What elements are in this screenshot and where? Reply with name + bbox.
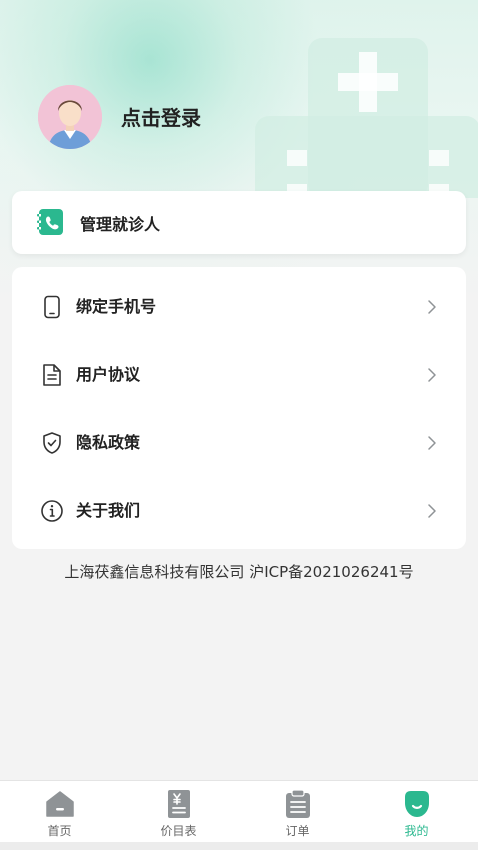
- tab-orders[interactable]: 订单: [238, 781, 357, 843]
- tab-label: 首页: [47, 824, 72, 838]
- patient-card-icon: [37, 209, 63, 235]
- menu-item-about-us[interactable]: 关于我们: [12, 475, 466, 543]
- phone-icon: [44, 295, 60, 319]
- tab-home[interactable]: 首页: [0, 781, 119, 843]
- menu-item-user-agreement[interactable]: 用户协议: [12, 339, 466, 407]
- menu-item-bind-phone[interactable]: 绑定手机号: [12, 271, 466, 339]
- tab-price-list[interactable]: 价目表: [119, 781, 238, 843]
- home-icon: [46, 791, 74, 817]
- settings-menu-card: 绑定手机号 用户协议 隐私政策 关于我们: [12, 267, 466, 549]
- avatar[interactable]: [38, 85, 102, 149]
- menu-item-label: 关于我们: [76, 501, 141, 520]
- chevron-right-icon: [428, 300, 436, 314]
- bottom-tab-bar: 首页 价目表 订单 我的: [0, 780, 478, 842]
- hospital-building-illustration: [255, 38, 478, 198]
- chevron-right-icon: [428, 436, 436, 450]
- document-icon: [43, 364, 61, 386]
- menu-item-label: 绑定手机号: [76, 297, 157, 316]
- chevron-right-icon: [428, 504, 436, 518]
- menu-item-privacy-policy[interactable]: 隐私政策: [12, 407, 466, 475]
- shield-icon: [43, 432, 61, 454]
- chevron-right-icon: [428, 368, 436, 382]
- order-icon: [286, 789, 310, 818]
- profile-icon: [405, 791, 429, 817]
- tab-label: 我的: [404, 824, 429, 838]
- icp-footer-text: 上海茯鑫信息科技有限公司 沪ICP备2021026241号: [64, 563, 414, 581]
- login-prompt[interactable]: 点击登录: [121, 102, 201, 131]
- menu-item-label: 隐私政策: [76, 433, 141, 452]
- info-icon: [41, 500, 63, 522]
- user-avatar-icon: [38, 85, 102, 149]
- tab-profile[interactable]: 我的: [357, 781, 476, 843]
- header-background: [0, 0, 478, 300]
- manage-patients-label: 管理就诊人: [80, 215, 161, 234]
- menu-item-label: 用户协议: [76, 365, 141, 384]
- price-list-icon: [168, 790, 190, 818]
- tab-label: 价目表: [160, 824, 197, 838]
- manage-patients-card[interactable]: 管理就诊人: [12, 191, 466, 254]
- system-nav-strip: [0, 842, 478, 850]
- tab-label: 订单: [285, 824, 310, 838]
